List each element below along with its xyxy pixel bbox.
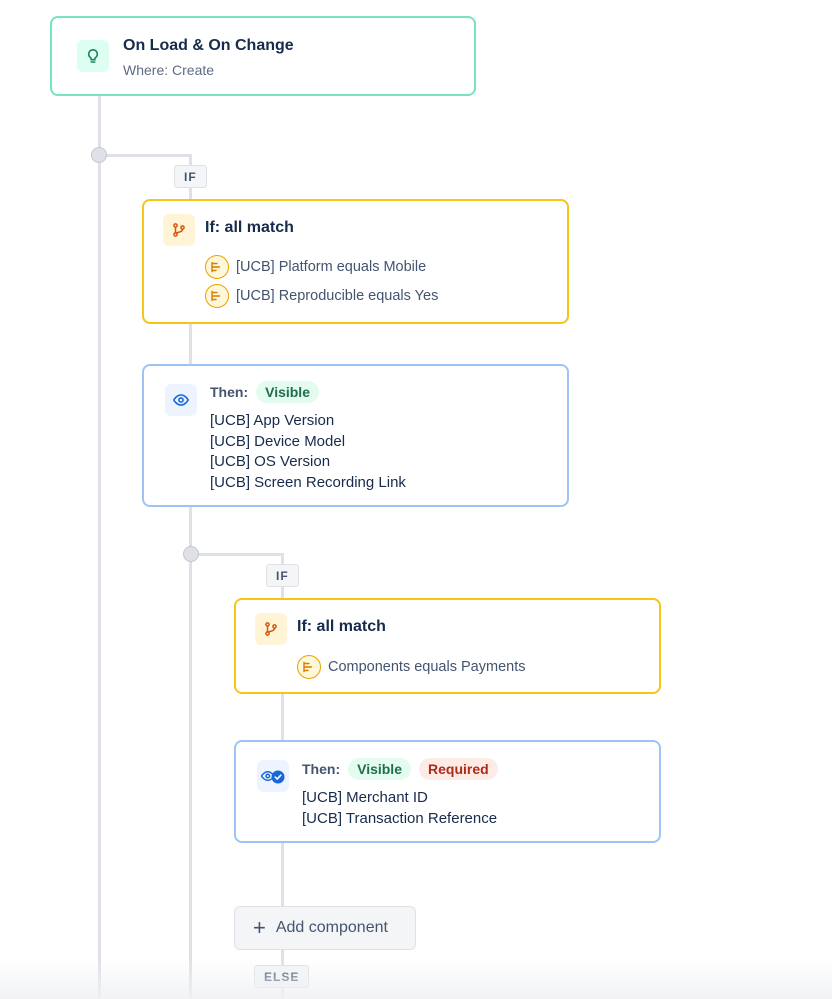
if-tag-1: IF: [174, 165, 207, 188]
branch-icon: [163, 214, 195, 246]
add-component-label: Add component: [275, 919, 388, 936]
branch-node-2[interactable]: [183, 546, 199, 562]
plus-icon: +: [253, 915, 266, 940]
field-list-1: [UCB] App Version [UCB] Device Model [UC…: [210, 411, 406, 493]
field-item: [UCB] Merchant ID: [302, 789, 428, 806]
condition-item: Components equals Payments: [297, 655, 525, 679]
condition-field-icon: [205, 255, 229, 279]
condition-card-1[interactable]: If: all match [UCB] Platform equals Mobi…: [142, 199, 569, 324]
eye-required-icon: [257, 760, 289, 792]
condition-field-icon: [297, 655, 321, 679]
then-label: Then:: [302, 761, 341, 777]
condition-item: [UCB] Reproducible equals Yes: [205, 284, 438, 308]
connector-main: [98, 94, 101, 999]
branch-node-1[interactable]: [91, 147, 107, 163]
then-row-1: Then: Visible: [210, 381, 319, 403]
connector-branch2: [198, 553, 282, 556]
condition-text: Components equals Payments: [328, 659, 526, 675]
trigger-title: On Load & On Change: [123, 37, 294, 54]
action-card-1[interactable]: Then: Visible [UCB] App Version [UCB] De…: [142, 364, 569, 507]
field-item: [UCB] App Version: [210, 412, 335, 429]
if-tag-2: IF: [266, 564, 299, 587]
branch-icon: [255, 613, 287, 645]
condition-text: [UCB] Reproducible equals Yes: [236, 288, 439, 304]
action-card-2[interactable]: Then: Visible Required [UCB] Merchant ID…: [234, 740, 661, 843]
else-tag: ELSE: [254, 965, 310, 988]
connector-branch1: [106, 154, 190, 157]
visible-badge: Visible: [256, 381, 319, 403]
condition-text: [UCB] Platform equals Mobile: [236, 259, 427, 275]
then-row-2: Then: Visible Required: [302, 758, 498, 780]
field-item: [UCB] OS Version: [210, 453, 331, 470]
field-list-2: [UCB] Merchant ID [UCB] Transaction Refe…: [302, 788, 497, 829]
condition-title-2: If: all match: [297, 618, 386, 635]
field-item: [UCB] Transaction Reference: [302, 809, 498, 827]
bottom-fade: [0, 959, 832, 999]
condition-field-icon: [205, 284, 229, 308]
condition-item: [UCB] Platform equals Mobile: [205, 255, 426, 279]
trigger-subtitle: Where: Create: [123, 62, 215, 78]
lightbulb-icon: [77, 40, 109, 72]
required-badge: Required: [419, 758, 498, 780]
condition-card-2[interactable]: If: all match Components equals Payments: [234, 598, 661, 694]
eye-icon: [165, 384, 197, 416]
trigger-card[interactable]: On Load & On Change Where: Create: [50, 16, 476, 96]
field-item: [UCB] Device Model: [210, 432, 346, 450]
then-label: Then:: [210, 384, 249, 400]
visible-badge: Visible: [348, 758, 411, 780]
condition-title-1: If: all match: [205, 219, 294, 236]
add-component-button[interactable]: + Add component: [234, 906, 416, 950]
field-item: [UCB] Screen Recording Link: [210, 473, 406, 491]
